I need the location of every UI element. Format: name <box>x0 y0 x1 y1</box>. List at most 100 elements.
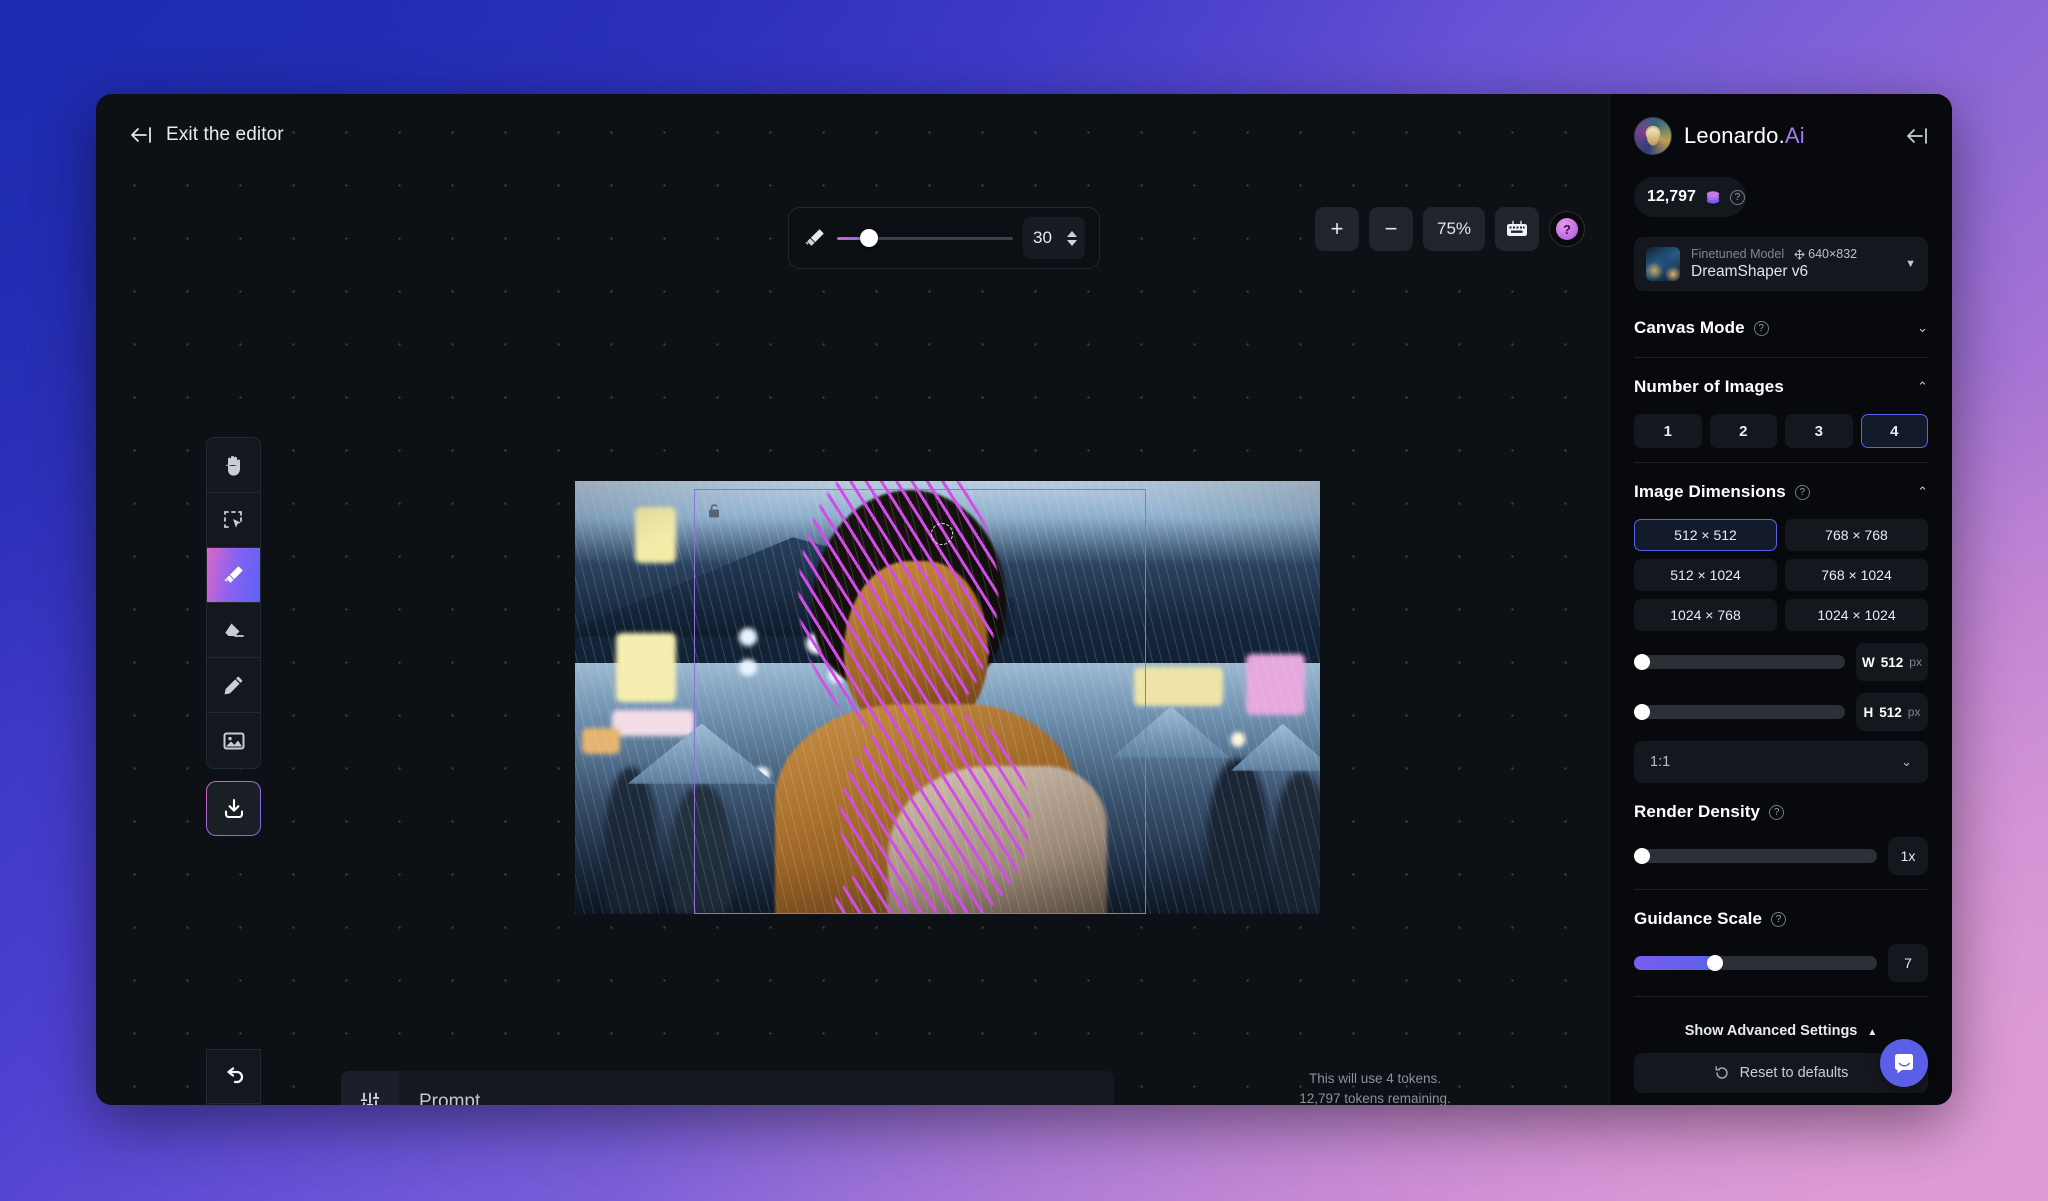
render-density-row[interactable]: 1x <box>1610 827 1952 875</box>
brush-size-value: 30 <box>1033 228 1052 247</box>
show-advanced-settings-button[interactable]: Show Advanced Settings ▲ <box>1610 1011 1952 1039</box>
number-of-images-title: Number of Images <box>1634 377 1784 396</box>
slider-knob[interactable] <box>1634 848 1650 864</box>
width-unit: px <box>1909 655 1922 669</box>
reset-counterclockwise-icon <box>1714 1065 1730 1081</box>
chevron-down-icon[interactable]: ⌄ <box>1901 754 1912 770</box>
tool-rail[interactable] <box>206 437 261 769</box>
leonardo-avatar-icon <box>1634 117 1672 155</box>
height-slider[interactable] <box>1634 704 1845 720</box>
chevron-up-icon[interactable]: ⌃ <box>1917 379 1928 395</box>
image-stage[interactable] <box>575 481 1320 914</box>
num-images-option-2[interactable]: 2 <box>1709 414 1777 448</box>
width-field[interactable]: W 512 px <box>1856 643 1928 681</box>
zoom-controls[interactable]: + − 75% ? <box>1315 207 1585 251</box>
model-name: DreamShaper v6 <box>1691 263 1809 280</box>
select-tool[interactable] <box>207 493 260 548</box>
question-mark-icon[interactable]: ? <box>1771 911 1787 927</box>
model-selector[interactable]: Finetuned Model 640×832 DreamShaper v6 ▼ <box>1634 237 1928 291</box>
settings-panel[interactable]: Leonardo.Ai 12,797 ? Finetuned Model 640… <box>1609 94 1952 1105</box>
chevron-down-icon[interactable]: ⌄ <box>1917 320 1928 336</box>
pencil-tool[interactable] <box>207 658 260 713</box>
intercom-chat-button[interactable] <box>1880 1039 1928 1087</box>
height-unit: px <box>1907 705 1921 719</box>
chevron-down-icon[interactable]: ▼ <box>1905 258 1916 270</box>
dimension-preset-1024x768[interactable]: 1024 × 768 <box>1634 599 1777 631</box>
prompt-input[interactable] <box>399 1071 1114 1105</box>
divider <box>1634 462 1928 463</box>
brush-size-stepper[interactable] <box>1067 230 1077 246</box>
collapse-panel-button[interactable] <box>1906 128 1928 144</box>
zoom-out-button[interactable]: − <box>1369 207 1413 251</box>
canvas-artwork[interactable] <box>575 481 1320 914</box>
divider <box>1634 357 1928 358</box>
pencil-icon <box>222 673 246 697</box>
zoom-level-display[interactable]: 75% <box>1423 207 1485 251</box>
height-row[interactable]: H 512 px <box>1610 681 1952 731</box>
slider-knob[interactable] <box>1634 654 1650 670</box>
canvas-mode-section[interactable]: Canvas Mode ? ⌄ <box>1610 313 1952 343</box>
question-mark-icon: ? <box>1556 218 1578 240</box>
hand-icon <box>223 453 245 477</box>
aspect-ratio-select[interactable]: 1:1 ⌄ <box>1634 741 1928 783</box>
number-of-images-options[interactable]: 1 2 3 4 <box>1610 402 1952 448</box>
dimension-preset-768x768[interactable]: 768 × 768 <box>1785 519 1928 551</box>
redo-button[interactable] <box>206 1104 261 1105</box>
dimension-preset-768x1024[interactable]: 768 × 1024 <box>1785 559 1928 591</box>
canvas-area[interactable]: Exit the editor 30 + − 75% ? Prompt This… <box>96 94 1609 1105</box>
brush-size-toolbar[interactable]: 30 <box>788 207 1100 269</box>
undo-arrow-icon <box>222 1066 246 1088</box>
guidance-scale-title: Guidance Scale <box>1634 909 1763 928</box>
dimension-preset-512x1024[interactable]: 512 × 1024 <box>1634 559 1777 591</box>
keyboard-shortcuts-button[interactable] <box>1495 207 1539 251</box>
credits-pill[interactable]: 12,797 ? <box>1634 177 1746 217</box>
arrow-left-to-line-icon <box>130 127 152 143</box>
dimension-preset-1024x1024[interactable]: 1024 × 1024 <box>1785 599 1928 631</box>
num-images-option-3[interactable]: 3 <box>1785 414 1853 448</box>
show-advanced-label: Show Advanced Settings <box>1684 1023 1858 1039</box>
render-density-slider[interactable] <box>1634 848 1877 864</box>
stepper-up-icon[interactable] <box>1067 230 1077 237</box>
unlocked-padlock-icon[interactable] <box>707 503 721 519</box>
eraser-tool[interactable] <box>207 603 260 658</box>
help-avatar-button[interactable]: ? <box>1549 211 1585 247</box>
hand-tool[interactable] <box>207 438 260 493</box>
question-mark-icon[interactable]: ? <box>1769 804 1785 820</box>
slider-knob[interactable] <box>859 229 878 247</box>
number-of-images-section[interactable]: Number of Images ⌃ <box>1610 372 1952 402</box>
num-images-option-1[interactable]: 1 <box>1634 414 1702 448</box>
num-images-option-4[interactable]: 4 <box>1860 414 1928 448</box>
slider-fill <box>1634 956 1715 970</box>
exit-editor-button[interactable]: Exit the editor <box>122 118 292 152</box>
stepper-down-icon[interactable] <box>1067 239 1077 246</box>
dimension-preset-512x512[interactable]: 512 × 512 <box>1634 519 1777 551</box>
prompt-bar[interactable] <box>341 1071 1114 1105</box>
slider-knob[interactable] <box>1634 704 1650 720</box>
guidance-scale-section: Guidance Scale ? <box>1610 904 1952 934</box>
brush-tool[interactable] <box>207 548 260 603</box>
brush-size-slider[interactable] <box>837 227 1013 249</box>
question-mark-icon[interactable]: ? <box>1794 484 1810 500</box>
guidance-scale-slider[interactable] <box>1634 955 1877 971</box>
slider-knob[interactable] <box>1706 955 1723 971</box>
guidance-scale-row[interactable]: 7 <box>1610 934 1952 982</box>
question-mark-icon[interactable]: ? <box>1729 189 1745 205</box>
image-dimensions-section[interactable]: Image Dimensions ? ⌃ <box>1610 477 1952 507</box>
width-row[interactable]: W 512 px <box>1610 631 1952 681</box>
history-controls[interactable] <box>206 1049 261 1105</box>
prompt-settings-button[interactable] <box>341 1071 399 1105</box>
move-icon <box>1794 248 1805 260</box>
dimension-presets[interactable]: 512 × 512 768 × 768 512 × 1024 768 × 102… <box>1610 507 1952 631</box>
panel-header: Leonardo.Ai <box>1610 94 1952 155</box>
brush-size-field[interactable]: 30 <box>1023 217 1085 259</box>
zoom-in-button[interactable]: + <box>1315 207 1359 251</box>
model-type-label: Finetuned Model <box>1691 247 1785 261</box>
image-tool[interactable] <box>207 713 260 768</box>
download-button[interactable] <box>206 781 261 836</box>
chevron-up-icon[interactable]: ⌃ <box>1917 484 1928 500</box>
height-field[interactable]: H 512 px <box>1856 693 1928 731</box>
question-mark-icon[interactable]: ? <box>1753 320 1769 336</box>
brush-icon <box>803 226 827 250</box>
width-slider[interactable] <box>1634 654 1845 670</box>
undo-button[interactable] <box>206 1049 261 1104</box>
